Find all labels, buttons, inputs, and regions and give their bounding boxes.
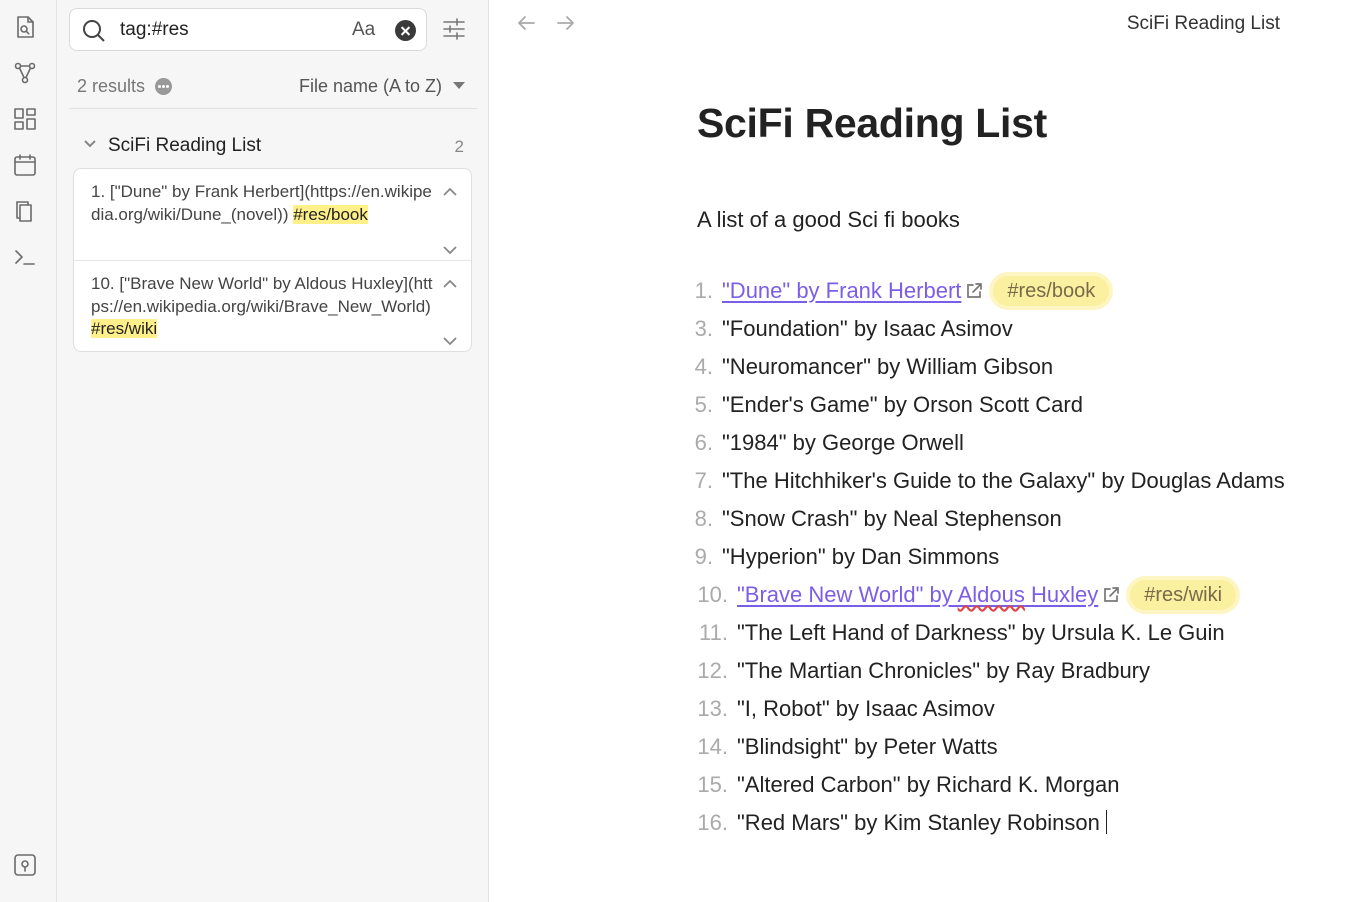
book-text: "1984" by George Orwell bbox=[722, 430, 964, 455]
list-item[interactable]: 1. "Dune" by Frank Herbert #res/book bbox=[690, 272, 1285, 310]
editor-pane: SciFi Reading List SciFi Reading List A … bbox=[490, 0, 1368, 902]
back-arrow-icon[interactable] bbox=[515, 12, 537, 34]
search-note-icon[interactable] bbox=[12, 14, 38, 40]
graph-icon[interactable] bbox=[12, 60, 38, 86]
search-match[interactable]: 10. ["Brave New World" by Aldous Huxley]… bbox=[74, 260, 471, 351]
chevron-up-icon[interactable] bbox=[442, 273, 458, 288]
chevron-up-icon[interactable] bbox=[442, 181, 458, 196]
list-item[interactable]: 12. "The Martian Chronicles" by Ray Bradb… bbox=[690, 652, 1285, 690]
list-item[interactable]: 13. "I, Robot" by Isaac Asimov bbox=[690, 690, 1285, 728]
list-item[interactable]: 5. "Ender's Game" by Orson Scott Card bbox=[690, 386, 1285, 424]
book-text: "The Hitchhiker's Guide to the Galaxy" b… bbox=[722, 468, 1285, 493]
list-item[interactable]: 16. "Red Mars" by Kim Stanley Robinson bbox=[690, 804, 1285, 842]
external-link-icon[interactable] bbox=[1102, 578, 1120, 602]
search-box: Aa bbox=[69, 8, 427, 51]
search-pane: Aa 2 results File name (A to Z) SciFi Re… bbox=[57, 0, 489, 902]
list-number: 15. bbox=[697, 772, 728, 797]
list-number: 10. bbox=[697, 582, 728, 607]
list-item[interactable]: 10. "Brave New World" by Aldous Huxley #re… bbox=[690, 576, 1285, 614]
book-text: "Red Mars" by Kim Stanley Robinson bbox=[737, 810, 1100, 835]
book-text: "Neuromancer" by William Gibson bbox=[722, 354, 1054, 379]
tag-res-book[interactable]: #res/book bbox=[993, 276, 1110, 306]
match-text: 1. ["Dune" by Frank Herbert](https://en.… bbox=[91, 182, 432, 224]
book-link[interactable]: "Brave New World" by Aldous Huxley bbox=[737, 582, 1098, 607]
list-number: 8. bbox=[694, 506, 713, 531]
files-icon[interactable] bbox=[12, 198, 38, 224]
list-item[interactable]: 6. "1984" by George Orwell bbox=[690, 424, 1285, 462]
book-text: "Hyperion" by Dan Simmons bbox=[722, 544, 1000, 569]
book-text: "I, Robot" by Isaac Asimov bbox=[737, 696, 995, 721]
list-item[interactable]: 9. "Hyperion" by Dan Simmons bbox=[690, 538, 1285, 576]
list-number: 3. bbox=[694, 316, 713, 341]
list-item[interactable]: 15. "Altered Carbon" by Richard K. Morgan bbox=[690, 766, 1285, 804]
terminal-icon[interactable] bbox=[12, 244, 38, 270]
left-ribbon bbox=[0, 0, 57, 902]
result-count: 2 results bbox=[77, 76, 146, 96]
book-text: "The Left Hand of Darkness" by Ursula K.… bbox=[737, 620, 1225, 645]
list-number: 12. bbox=[697, 658, 728, 683]
search-settings-icon[interactable] bbox=[441, 16, 467, 42]
match-highlight: #res/wiki bbox=[91, 319, 158, 338]
note-title[interactable]: SciFi Reading List bbox=[697, 100, 1047, 147]
book-text: "Ender's Game" by Orson Scott Card bbox=[722, 392, 1083, 417]
list-item[interactable]: 8. "Snow Crash" by Neal Stephenson bbox=[690, 500, 1285, 538]
sort-caret-icon[interactable] bbox=[453, 82, 465, 89]
clear-search-button[interactable] bbox=[395, 20, 416, 41]
list-number: 13. bbox=[697, 696, 728, 721]
chevron-down-icon[interactable] bbox=[442, 239, 458, 255]
list-number: 1. bbox=[694, 278, 713, 303]
dashboard-icon[interactable] bbox=[12, 106, 38, 132]
text-cursor bbox=[1105, 810, 1107, 834]
chevron-down-icon[interactable] bbox=[83, 136, 97, 150]
list-item[interactable]: 3. "Foundation" by Isaac Asimov bbox=[690, 310, 1285, 348]
result-file-title[interactable]: SciFi Reading List bbox=[108, 135, 261, 157]
forward-arrow-icon[interactable] bbox=[555, 12, 577, 34]
list-number: 14. bbox=[697, 734, 728, 759]
search-input[interactable] bbox=[120, 17, 340, 43]
list-number: 16. bbox=[697, 810, 728, 835]
calendar-icon[interactable] bbox=[12, 152, 38, 178]
result-file-count: 2 bbox=[454, 137, 464, 156]
list-number: 4. bbox=[694, 354, 713, 379]
note-description[interactable]: A list of a good Sci fi books bbox=[697, 207, 960, 233]
chevron-down-icon[interactable] bbox=[442, 330, 458, 346]
vault-icon[interactable] bbox=[12, 852, 38, 878]
search-icon bbox=[81, 18, 107, 44]
match-list: 1. ["Dune" by Frank Herbert](https://en.… bbox=[73, 168, 472, 352]
book-list: 1. "Dune" by Frank Herbert #res/book 3. "Fo… bbox=[690, 272, 1285, 842]
book-link[interactable]: "Dune" by Frank Herbert bbox=[722, 278, 961, 303]
list-item[interactable]: 11. "The Left Hand of Darkness" by Ursula… bbox=[690, 614, 1285, 652]
divider bbox=[69, 108, 477, 109]
list-number: 5. bbox=[694, 392, 713, 417]
external-link-icon[interactable] bbox=[965, 274, 983, 298]
list-number: 7. bbox=[694, 468, 713, 493]
link-text: Huxley bbox=[1024, 582, 1099, 607]
link-text: "Brave New World" by bbox=[737, 582, 958, 607]
more-options-icon[interactable] bbox=[155, 78, 172, 95]
match-highlight: #res/book bbox=[293, 204, 368, 224]
list-number: 6. bbox=[694, 430, 713, 455]
tab-title[interactable]: SciFi Reading List bbox=[1127, 13, 1280, 35]
search-match[interactable]: 1. ["Dune" by Frank Herbert](https://en.… bbox=[74, 169, 471, 260]
match-case-toggle[interactable]: Aa bbox=[352, 19, 375, 41]
spellcheck-word[interactable]: Aldous bbox=[958, 582, 1025, 607]
book-text: "The Martian Chronicles" by Ray Bradbury bbox=[737, 658, 1151, 683]
book-text: "Foundation" by Isaac Asimov bbox=[722, 316, 1013, 341]
tag-res-wiki[interactable]: #res/wiki bbox=[1130, 580, 1237, 610]
list-item[interactable]: 7. "The Hitchhiker's Guide to the Galaxy"… bbox=[690, 462, 1285, 500]
book-text: "Snow Crash" by Neal Stephenson bbox=[722, 506, 1062, 531]
list-item[interactable]: 14. "Blindsight" by Peter Watts bbox=[690, 728, 1285, 766]
book-text: "Altered Carbon" by Richard K. Morgan bbox=[737, 772, 1120, 797]
result-file-header[interactable]: SciFi Reading List 2 bbox=[77, 132, 472, 160]
book-text: "Blindsight" by Peter Watts bbox=[737, 734, 998, 759]
list-item[interactable]: 4. "Neuromancer" by William Gibson bbox=[690, 348, 1285, 386]
sort-order-select[interactable]: File name (A to Z) bbox=[299, 76, 442, 97]
list-number: 9. bbox=[694, 544, 713, 569]
list-number: 11. bbox=[699, 620, 728, 645]
match-text: 10. ["Brave New World" by Aldous Huxley]… bbox=[91, 274, 433, 316]
